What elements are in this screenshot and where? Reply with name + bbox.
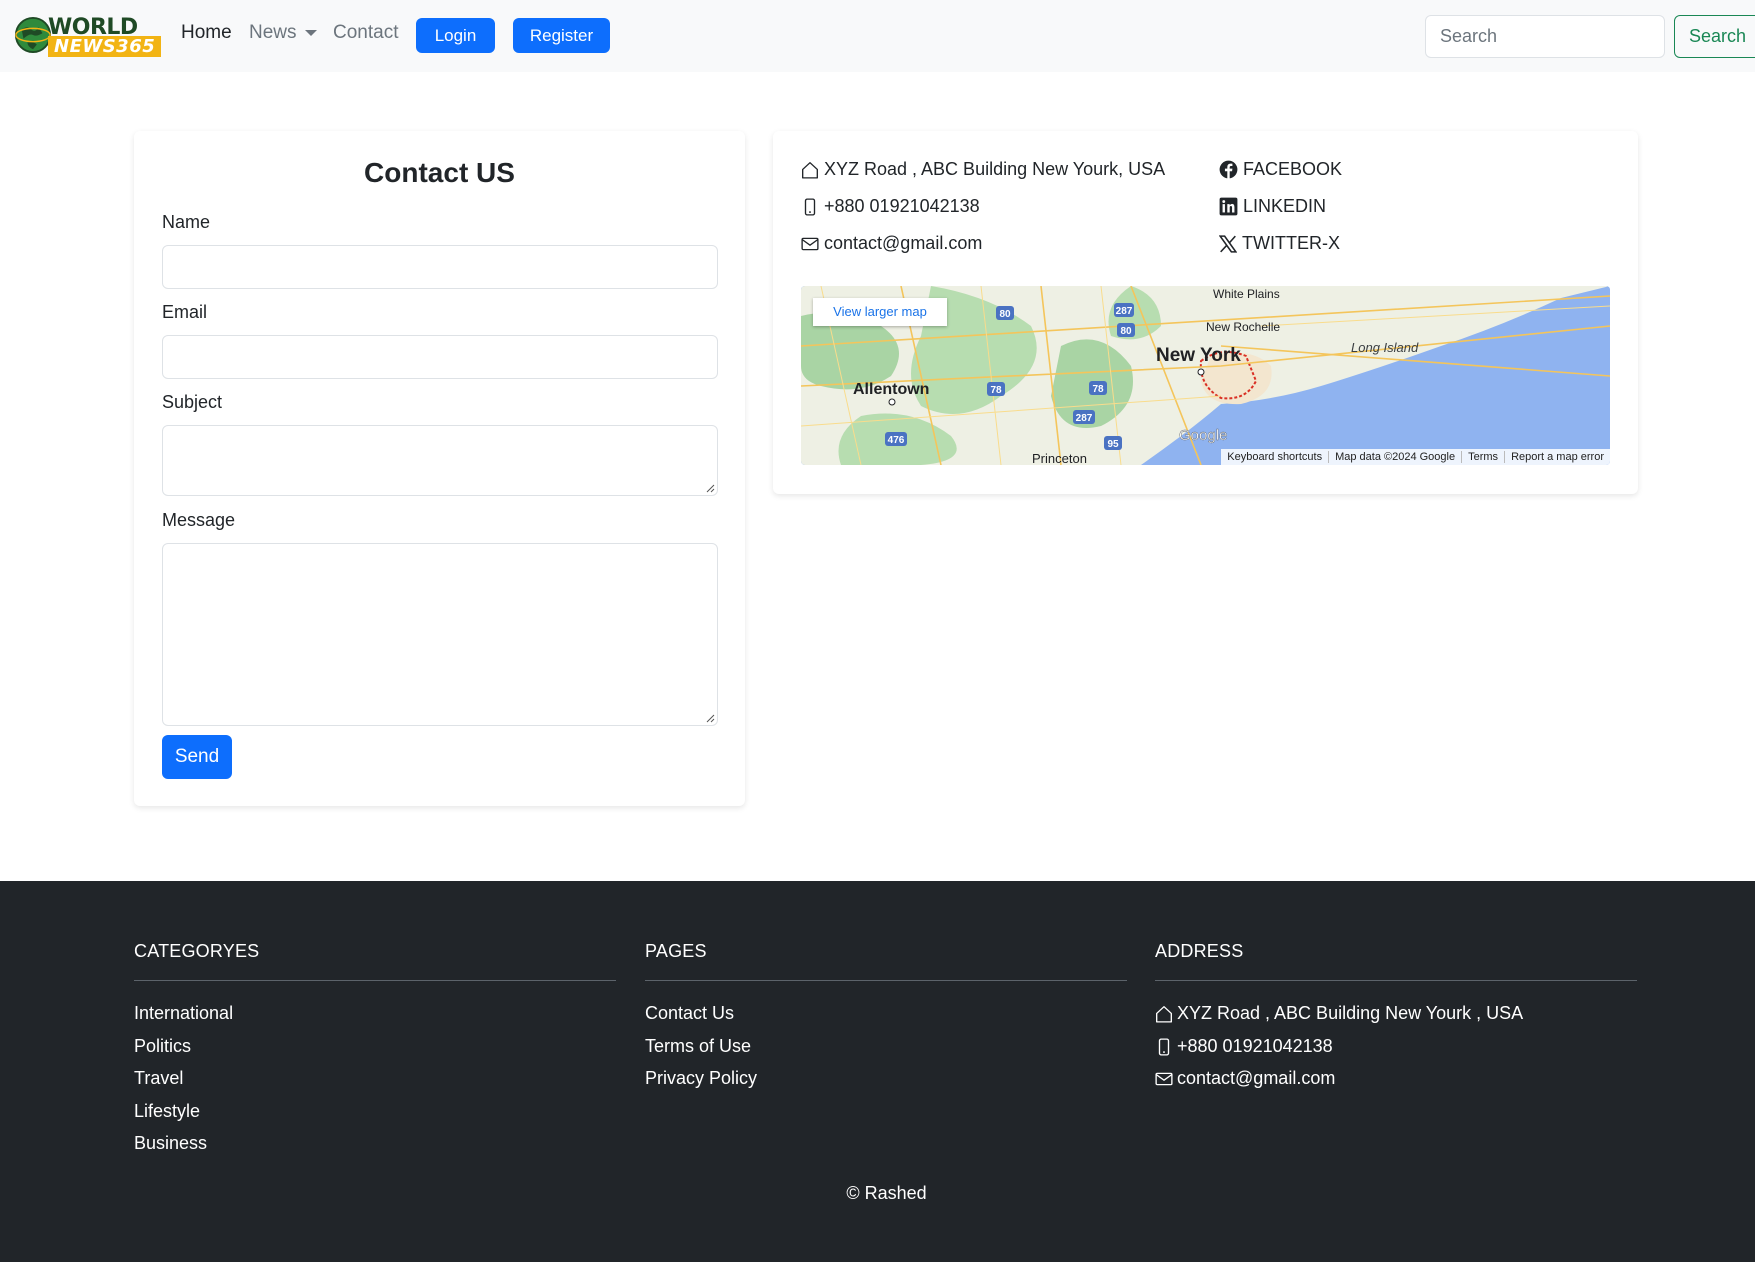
footer-pages-title: PAGES (645, 941, 1127, 981)
twitter-link[interactable]: TWITTER-X (1219, 233, 1340, 254)
facebook-link[interactable]: FACEBOOK (1219, 159, 1342, 180)
map-label-princeton: Princeton (1032, 451, 1087, 465)
highway-shield: 95 (1107, 439, 1119, 450)
map-label-long-island: Long Island (1351, 340, 1419, 355)
phone-icon (804, 197, 816, 216)
footer-categories-title: CATEGORYES (134, 941, 616, 981)
info-email-text: contact@gmail.com (824, 233, 983, 253)
info-email: contact@gmail.com (801, 233, 982, 254)
highway-shield: 78 (1092, 384, 1104, 395)
footer-address-row: XYZ Road , ABC Building New Yourk , USA (1155, 1003, 1637, 1036)
info-phone: +880 01921042138 (801, 196, 980, 217)
footer-email-row: contact@gmail.com (1155, 1068, 1637, 1101)
footer-category-link[interactable]: Travel (134, 1068, 616, 1101)
envelope-icon (801, 237, 819, 250)
footer-address-text: XYZ Road , ABC Building New Yourk , USA (1177, 1003, 1524, 1023)
contact-title: Contact US (364, 157, 515, 188)
map-label-new-rochelle: New Rochelle (1206, 320, 1280, 334)
footer-page-link[interactable]: Terms of Use (645, 1036, 1127, 1069)
nav-news-label: News (249, 22, 297, 43)
search-input[interactable] (1425, 15, 1665, 58)
footer-category-link[interactable]: Lifestyle (134, 1101, 616, 1134)
contact-info-card: XYZ Road , ABC Building New Yourk, USA +… (773, 131, 1638, 494)
navbar: WORLD NEWS365 Home News Contact Login Re… (0, 0, 1755, 72)
house-icon (802, 161, 818, 179)
footer-address: ADDRESS XYZ Road , ABC Building New Your… (1155, 941, 1637, 1101)
map-data-credit: Map data ©2024 Google (1328, 451, 1461, 463)
facebook-icon (1219, 160, 1238, 179)
footer-category-link[interactable]: Politics (134, 1036, 616, 1069)
footer-page-link[interactable]: Contact Us (645, 1003, 1127, 1036)
map-attribution: Keyboard shortcuts Map data ©2024 Google… (1221, 449, 1610, 465)
facebook-label: FACEBOOK (1243, 159, 1343, 179)
highway-shield: 78 (990, 385, 1002, 396)
site-logo[interactable]: WORLD NEWS365 (14, 14, 162, 58)
subject-label: Subject (162, 392, 223, 412)
info-address: XYZ Road , ABC Building New Yourk, USA (801, 159, 1165, 180)
logo-text-news365: NEWS365 (48, 36, 162, 57)
caret-down-icon (304, 29, 317, 36)
highway-shield: 287 (1076, 413, 1093, 424)
linkedin-icon (1219, 197, 1238, 216)
footer-page-link[interactable]: Privacy Policy (645, 1068, 1127, 1101)
footer-address-title: ADDRESS (1155, 941, 1637, 981)
highway-shield: 80 (1120, 326, 1132, 337)
envelope-icon (1155, 1072, 1173, 1086)
nav-home[interactable]: Home (181, 22, 232, 44)
info-phone-text: +880 01921042138 (824, 196, 980, 216)
register-button[interactable]: Register (513, 18, 610, 53)
x-twitter-icon (1219, 234, 1237, 253)
search-button[interactable]: Search (1674, 15, 1755, 58)
nav-contact[interactable]: Contact (333, 22, 398, 44)
linkedin-label: LINKEDIN (1243, 196, 1327, 216)
message-label: Message (162, 510, 236, 530)
name-field[interactable] (162, 245, 718, 289)
highway-shield: 476 (888, 435, 905, 446)
map-report-error-link[interactable]: Report a map error (1504, 451, 1610, 463)
footer-category-link[interactable]: Business (134, 1133, 616, 1166)
nav-news-dropdown[interactable]: News (249, 22, 317, 44)
linkedin-link[interactable]: LINKEDIN (1219, 196, 1326, 217)
map-label-new-york: New York (1156, 345, 1241, 366)
subject-field[interactable] (162, 425, 718, 496)
google-logo: Google (1179, 427, 1227, 444)
footer-category-link[interactable]: International (134, 1003, 616, 1036)
footer-categories: CATEGORYES International Politics Travel… (134, 941, 616, 1166)
footer-pages: PAGES Contact Us Terms of Use Privacy Po… (645, 941, 1127, 1101)
name-label: Name (162, 212, 211, 232)
footer: CATEGORYES International Politics Travel… (0, 881, 1755, 1262)
login-button[interactable]: Login (416, 18, 495, 53)
footer-phone-row: +880 01921042138 (1155, 1036, 1637, 1069)
twitter-label: TWITTER-X (1242, 233, 1340, 253)
copyright: © Rashed (846, 1183, 927, 1203)
map-label-allentown: Allentown (853, 381, 929, 398)
map-label-white-plains: White Plains (1213, 287, 1280, 301)
google-map[interactable]: 287 80 80 78 78 287 476 95 White Plains … (801, 286, 1610, 465)
message-field[interactable] (162, 543, 718, 726)
resize-handle-icon[interactable] (705, 483, 715, 493)
map-terms-link[interactable]: Terms (1461, 451, 1504, 463)
send-button[interactable]: Send (162, 735, 232, 779)
footer-phone-text: +880 01921042138 (1177, 1035, 1333, 1056)
email-label: Email (162, 302, 208, 322)
globe-icon (14, 16, 52, 54)
info-address-text: XYZ Road , ABC Building New Yourk, USA (824, 159, 1166, 179)
resize-handle-icon[interactable] (705, 713, 715, 723)
contact-form-card: Contact US Name Email Subject Message Se… (134, 131, 745, 806)
highway-shield: 80 (999, 309, 1011, 320)
view-larger-map-link[interactable]: View larger map (813, 298, 947, 326)
house-icon (1156, 1006, 1172, 1023)
highway-shield: 287 (1116, 306, 1133, 317)
footer-email-text: contact@gmail.com (1177, 1068, 1336, 1088)
phone-icon (1158, 1037, 1170, 1056)
email-field[interactable] (162, 335, 718, 379)
map-keyboard-shortcuts[interactable]: Keyboard shortcuts (1221, 451, 1328, 463)
